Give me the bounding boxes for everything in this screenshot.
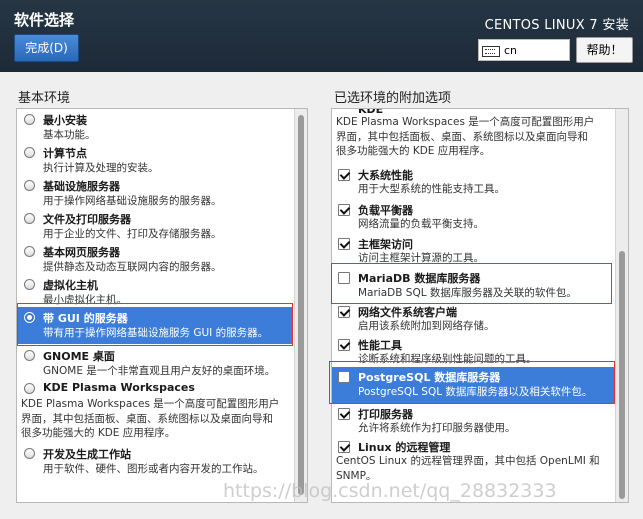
addon-option-desc: 诊断系统和程序级别性能问题的工具。 xyxy=(358,353,537,365)
addon-option-title: 打印服务器 xyxy=(358,408,413,421)
base-environment-list: 最小安装 基本功能。 计算节点 执行计算及处理的安装。 基础设施服务器 用于操作… xyxy=(16,108,308,503)
radio-button[interactable] xyxy=(24,180,35,191)
radio-button[interactable] xyxy=(24,350,35,361)
addon-option-title: PostgreSQL 数据库服务器 xyxy=(358,371,501,384)
scrollbar[interactable] xyxy=(294,109,307,502)
checkbox[interactable] xyxy=(338,204,350,216)
env-option-title: 基础设施服务器 xyxy=(43,180,120,193)
addon-option-mariadb-server[interactable]: MariaDB 数据库服务器 MariaDB SQL 数据库服务器及关联的软件包… xyxy=(332,268,614,300)
radio-button[interactable] xyxy=(24,312,35,323)
env-option-desc: 带有用于操作网络基础设施服务 GUI 的服务器。 xyxy=(43,327,269,339)
env-option-desc: 用于企业的文件、打印及存储服务器。 xyxy=(43,228,222,240)
env-option-desc: 执行计算及处理的安装。 xyxy=(43,162,159,174)
env-option-virtualization-host[interactable]: 虚拟化主机 最小虚拟化主机。 xyxy=(17,276,293,309)
scrollbar-thumb[interactable] xyxy=(298,115,304,495)
keyboard-layout-label: cn xyxy=(504,44,518,57)
env-option-title: KDE Plasma Workspaces xyxy=(43,381,195,394)
addon-option-desc: 访问主框架计算源的工具。 xyxy=(358,252,484,264)
env-option-title: 虚拟化主机 xyxy=(43,279,98,292)
addon-option-desc: 网络流量的负载平衡支持。 xyxy=(358,218,484,230)
env-option-gnome-desktop[interactable]: GNOME 桌面 GNOME 是一个非常直观且用户友好的桌面环境。 xyxy=(17,347,293,380)
env-option-title: 基本网页服务器 xyxy=(43,246,120,259)
watermark: https://blog.csdn.net/qq_28832333 xyxy=(223,480,557,502)
radio-button[interactable] xyxy=(24,383,35,394)
checkbox[interactable] xyxy=(338,408,350,420)
addons-label: 已选环境的附加选项 xyxy=(334,91,452,106)
addons-list: KDE KDE Plasma Workspaces 是一个高度可配置图形用户 界… xyxy=(331,108,629,503)
env-option-title: 计算节点 xyxy=(43,147,87,160)
env-option-infrastructure-server[interactable]: 基础设施服务器 用于操作网络基础设施服务的服务器。 xyxy=(17,177,293,210)
scrollbar[interactable] xyxy=(615,109,628,502)
addon-option-title: MariaDB 数据库服务器 xyxy=(358,272,481,285)
env-option-desc: 用于软件、硬件、图形或者内容开发的工作站。 xyxy=(43,463,264,475)
header-bar: 软件选择 完成(D) CENTOS LINUX 7 安装 cn 帮助！ xyxy=(0,0,643,72)
addon-option-large-system-performance[interactable]: 大系统性能 用于大型系统的性能支持工具。 xyxy=(332,166,614,198)
env-option-desc: 最小虚拟化主机。 xyxy=(43,294,127,306)
radio-button[interactable] xyxy=(24,213,35,224)
addon-option-title: 大系统性能 xyxy=(358,169,413,182)
env-option-kde-plasma[interactable]: KDE Plasma Workspaces KDE Plasma Workspa… xyxy=(17,380,293,444)
addon-option-title: 网络文件系统客户端 xyxy=(358,306,457,319)
addon-option-mainframe-access[interactable]: 主框架访问 访问主框架计算源的工具。 xyxy=(332,235,614,267)
scrollbar-thumb[interactable] xyxy=(619,251,625,499)
env-option-title: 带 GUI 的服务器 xyxy=(43,312,128,325)
env-option-title: GNOME 桌面 xyxy=(43,350,115,363)
checkbox[interactable] xyxy=(338,272,350,284)
checkbox[interactable] xyxy=(338,238,350,250)
checkbox[interactable] xyxy=(338,169,350,181)
env-option-desc: 用于操作网络基础设施服务的服务器。 xyxy=(43,195,222,207)
addon-option-nfs-client[interactable]: 网络文件系统客户端 启用该系统附加到网络存储。 xyxy=(332,303,614,335)
checkbox[interactable] xyxy=(338,306,350,318)
addon-option-desc: PostgreSQL SQL 数据库服务器以及相关软件包。 xyxy=(358,386,593,398)
addon-option-desc: 用于大型系统的性能支持工具。 xyxy=(358,183,505,195)
checkbox[interactable] xyxy=(338,339,350,351)
radio-button[interactable] xyxy=(24,246,35,257)
base-environment-label: 基本环境 xyxy=(18,91,71,106)
done-button[interactable]: 完成(D) xyxy=(14,34,79,62)
env-option-desc: KDE Plasma Workspaces 是一个高度可配置图形用户 界面，其中… xyxy=(21,398,280,439)
addon-option-kde[interactable]: KDE KDE Plasma Workspaces 是一个高度可配置图形用户 界… xyxy=(332,109,614,161)
addon-option-title: 主框架访问 xyxy=(358,238,413,251)
env-option-dev-workstation[interactable]: 开发及生成工作站 用于软件、硬件、图形或者内容开发的工作站。 xyxy=(17,445,293,478)
page-title: 软件选择 xyxy=(14,11,75,29)
env-option-desc: 基本功能。 xyxy=(43,129,96,141)
radio-button[interactable] xyxy=(24,279,35,290)
addon-option-desc: CentOS Linux 的远程管理界面，其中包括 OpenLMI 和 SNMP… xyxy=(336,455,600,482)
addon-option-desc: 启用该系统附加到网络存储。 xyxy=(358,320,495,332)
addon-option-performance-tools[interactable]: 性能工具 诊断系统和程序级别性能问题的工具。 xyxy=(332,336,614,368)
product-title: CENTOS LINUX 7 安装 xyxy=(484,18,629,33)
radio-button[interactable] xyxy=(24,114,35,125)
addon-option-desc: MariaDB SQL 数据库服务器及关联的软件包。 xyxy=(358,287,577,299)
radio-button[interactable] xyxy=(24,448,35,459)
addon-option-desc: 允许将系统作为打印服务器使用。 xyxy=(358,422,516,434)
env-option-desc: GNOME 是一个非常直观且用户友好的桌面环境。 xyxy=(43,365,276,377)
env-option-title: 文件及打印服务器 xyxy=(43,213,131,226)
env-option-file-print-server[interactable]: 文件及打印服务器 用于企业的文件、打印及存储服务器。 xyxy=(17,210,293,243)
checkbox[interactable] xyxy=(338,441,350,453)
env-option-minimal[interactable]: 最小安装 基本功能。 xyxy=(17,111,293,144)
addon-option-postgresql-server[interactable]: PostgreSQL 数据库服务器 PostgreSQL SQL 数据库服务器以… xyxy=(332,367,614,403)
checkbox[interactable] xyxy=(338,371,350,383)
env-option-desc: 提供静态及动态互联网内容的服务器。 xyxy=(43,261,222,273)
radio-button[interactable] xyxy=(24,147,35,158)
keyboard-layout-indicator[interactable]: cn xyxy=(478,39,570,61)
env-option-server-gui[interactable]: 带 GUI 的服务器 带有用于操作网络基础设施服务 GUI 的服务器。 xyxy=(17,307,293,344)
addon-option-print-server[interactable]: 打印服务器 允许将系统作为打印服务器使用。 xyxy=(332,405,614,437)
keyboard-icon xyxy=(482,45,500,57)
env-option-web-server[interactable]: 基本网页服务器 提供静态及动态互联网内容的服务器。 xyxy=(17,243,293,276)
env-option-compute-node[interactable]: 计算节点 执行计算及处理的安装。 xyxy=(17,144,293,177)
addon-option-title: 性能工具 xyxy=(358,339,402,352)
env-option-title: 开发及生成工作站 xyxy=(43,448,131,461)
help-button[interactable]: 帮助！ xyxy=(576,37,633,63)
addon-option-load-balancer[interactable]: 负载平衡器 网络流量的负载平衡支持。 xyxy=(332,201,614,233)
addon-option-title: Linux 的远程管理 xyxy=(358,441,451,454)
addon-option-title: 负载平衡器 xyxy=(358,204,413,217)
env-option-title: 最小安装 xyxy=(43,114,87,127)
addon-option-desc: KDE Plasma Workspaces 是一个高度可配置图形用户 界面，其中… xyxy=(336,116,595,157)
